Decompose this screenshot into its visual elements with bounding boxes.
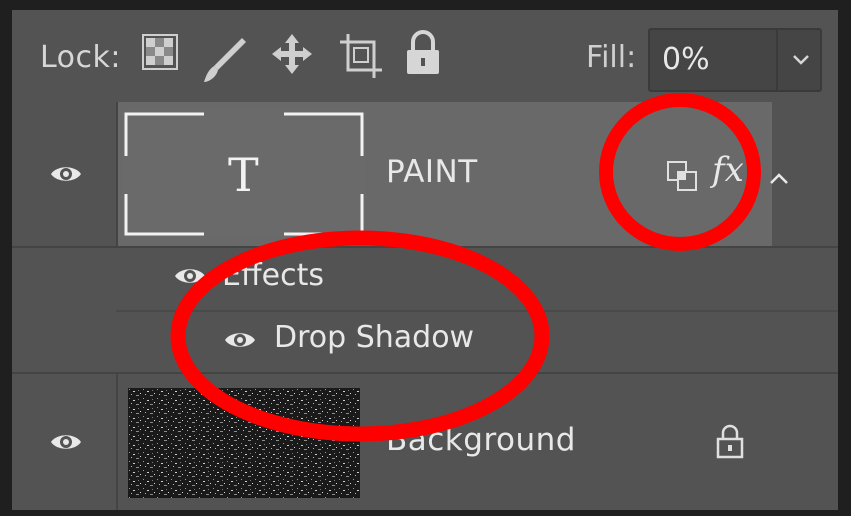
- move-lock-icon[interactable]: [270, 32, 314, 76]
- fill-divider: [776, 30, 778, 90]
- background-thumbnail[interactable]: [128, 388, 360, 498]
- lock-bar: Lock: Fill: 0%: [12, 10, 838, 102]
- layer-name-paint[interactable]: PAINT: [386, 154, 478, 190]
- fill-input[interactable]: 0%: [648, 28, 822, 92]
- fx-icon[interactable]: fx: [712, 150, 744, 190]
- drop-shadow-eye-icon[interactable]: [224, 328, 256, 352]
- text-layer-thumbnail[interactable]: T: [122, 110, 366, 238]
- drop-shadow-label[interactable]: Drop Shadow: [274, 320, 474, 355]
- layer-name-background[interactable]: Background: [386, 422, 576, 458]
- chevron-down-icon[interactable]: [788, 46, 814, 72]
- effects-eye-icon[interactable]: [174, 264, 206, 288]
- transparency-lock-icon[interactable]: [142, 34, 178, 70]
- chevron-up-icon[interactable]: [768, 170, 790, 186]
- effects-separator: [116, 310, 838, 312]
- visibility-column: [12, 102, 118, 246]
- padlock-icon[interactable]: [404, 30, 442, 76]
- effects-label[interactable]: Effects: [222, 258, 324, 293]
- lock-label: Lock:: [40, 40, 122, 75]
- text-type-glyph: T: [228, 148, 259, 202]
- artboard-lock-icon[interactable]: [338, 32, 384, 80]
- fill-label: Fill:: [586, 40, 637, 75]
- effects-group: Effects Drop Shadow: [12, 248, 838, 372]
- layer-row-background[interactable]: Background: [12, 374, 838, 510]
- linked-style-icon: [667, 161, 697, 191]
- layers-panel: Lock: Fill: 0% T PAINT fx Effects Drop S…: [12, 10, 838, 510]
- brush-lock-icon[interactable]: [202, 34, 246, 84]
- fill-value[interactable]: 0%: [662, 42, 710, 77]
- visibility-column: [12, 374, 118, 510]
- eye-icon[interactable]: [50, 162, 82, 186]
- eye-icon[interactable]: [50, 430, 82, 454]
- noise-texture: [128, 388, 360, 498]
- layer-lock-icon: [716, 424, 744, 459]
- layer-row-paint[interactable]: T PAINT fx: [12, 102, 838, 246]
